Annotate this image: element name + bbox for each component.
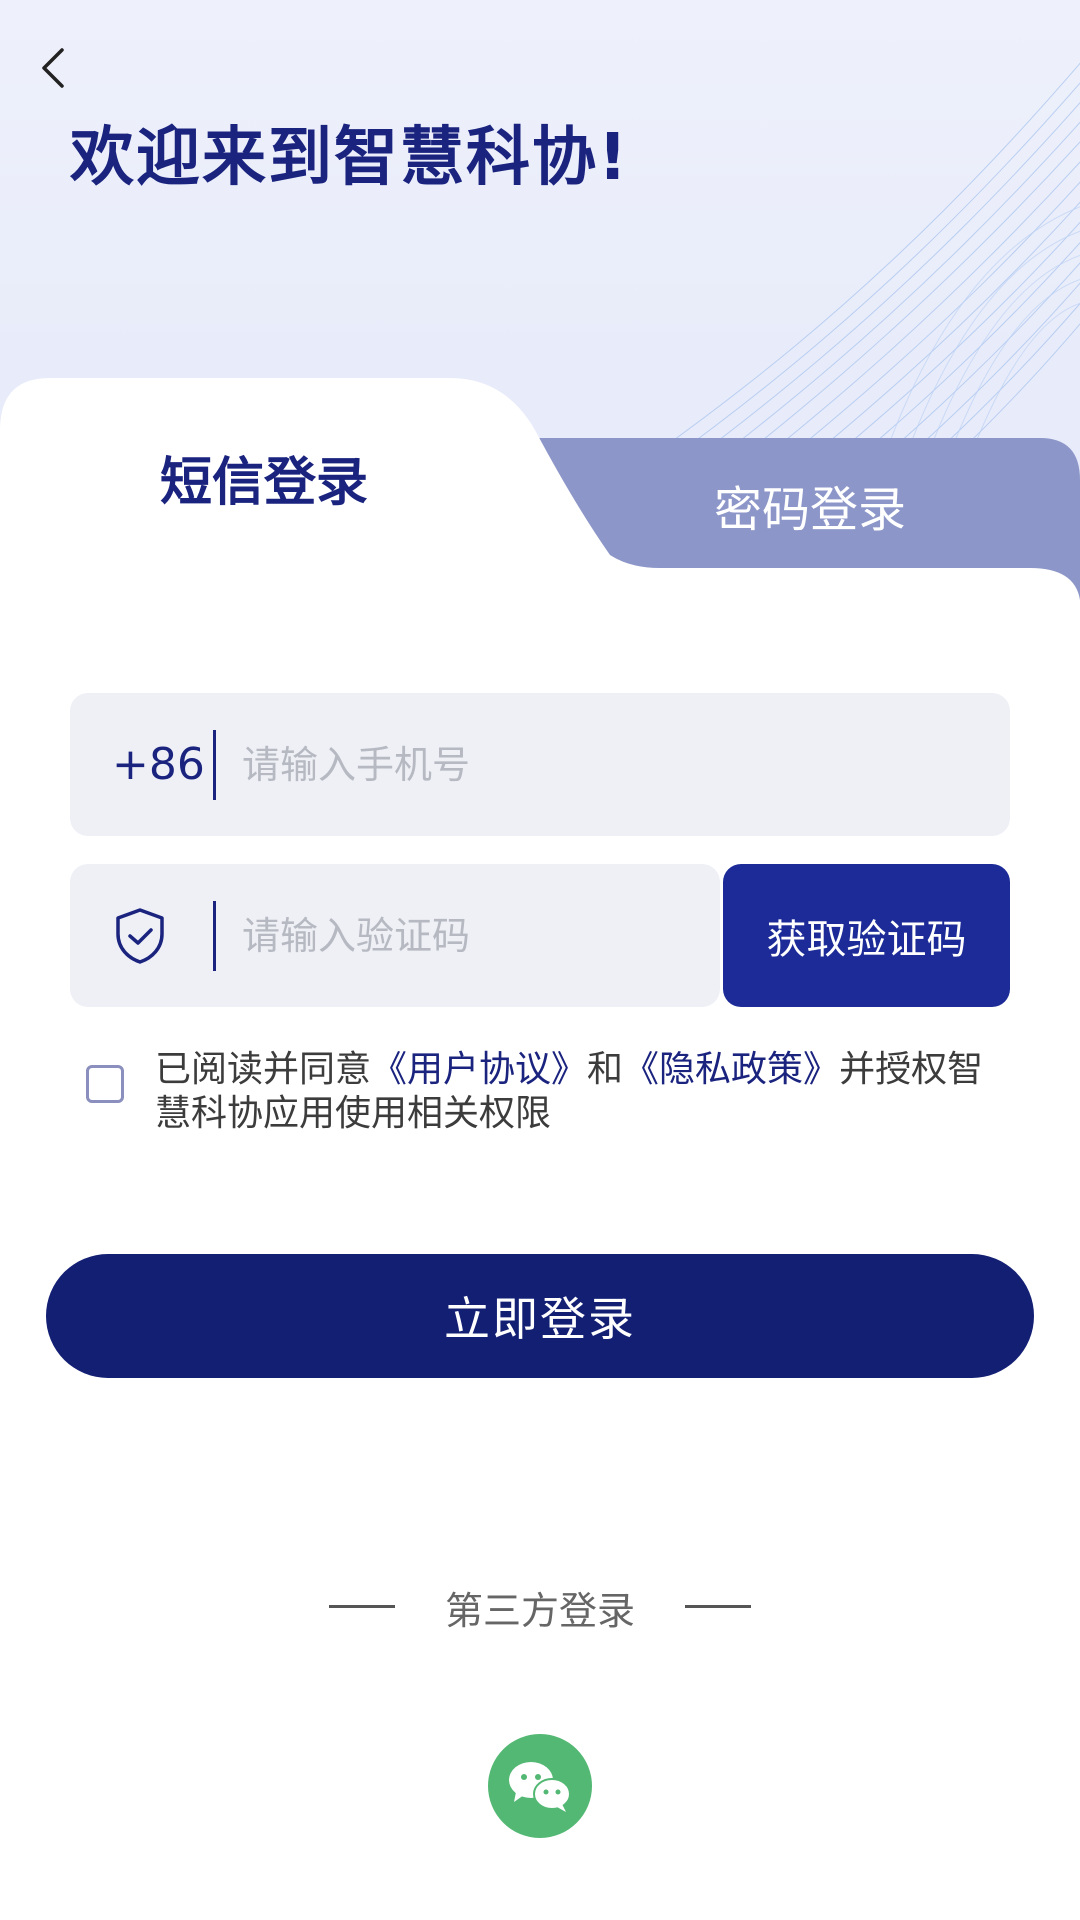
tab-sms-label: 短信登录 [160,453,369,513]
page-title: 欢迎来到智慧科协! [70,121,630,195]
get-code-button[interactable]: 获取验证码 [723,864,1010,1007]
field-divider [213,730,216,800]
agreement-prefix: 已阅读并同意 [155,1049,372,1090]
chevron-left-icon [42,48,64,88]
divider-line-right [685,1605,751,1608]
tab-password-label: 密码登录 [714,482,907,538]
login-button[interactable]: 立即登录 [46,1254,1034,1378]
phone-field: +86 [70,693,1010,836]
privacy-policy-link[interactable]: 《隐私政策》 [623,1049,839,1090]
agreement-text: 已阅读并同意《用户协议》和《隐私政策》并授权智慧科协应用使用相关权限 [155,1048,1005,1136]
agreement-checkbox[interactable] [86,1065,124,1103]
country-code[interactable]: +86 [112,693,205,836]
wechat-icon [509,1762,571,1812]
agreement-and: 和 [587,1049,624,1090]
code-field [70,864,720,1007]
user-agreement-link[interactable]: 《用户协议》 [371,1049,587,1090]
verification-code-input[interactable] [242,864,702,1007]
third-party-login-label: 第三方登录 [444,1589,635,1633]
field-divider [213,901,216,971]
wechat-login-button[interactable] [488,1734,592,1838]
back-button[interactable] [30,40,74,96]
divider-line-left [329,1605,395,1608]
shield-check-icon [116,908,164,964]
phone-input[interactable] [242,693,982,836]
